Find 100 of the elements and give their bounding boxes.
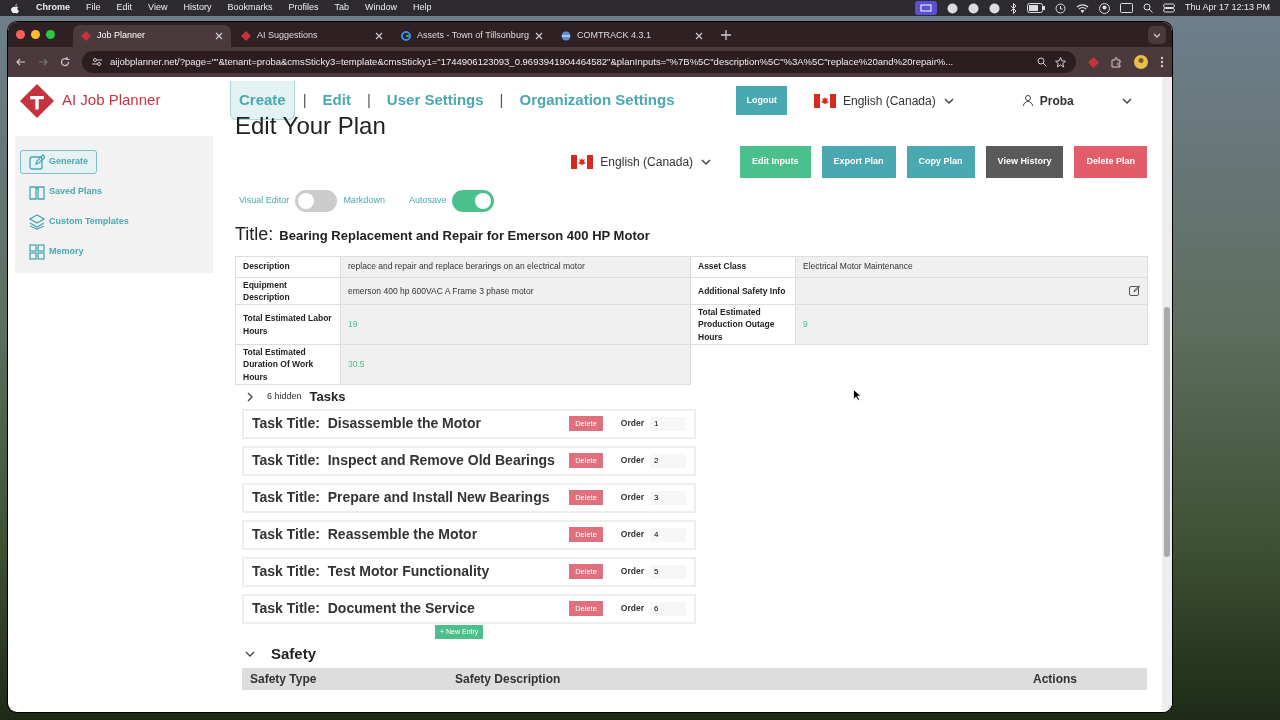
apple-logo-icon[interactable] [10, 2, 20, 14]
status-icon[interactable] [946, 2, 958, 14]
language-dropdown[interactable]: English (Canada) [814, 91, 955, 110]
browser-tab[interactable]: COMTRACK 4.3.1 [553, 25, 711, 47]
layers-icon [29, 214, 45, 230]
order-label: Order [620, 417, 644, 430]
user-menu[interactable]: Proba [1022, 91, 1133, 110]
field-value: 9 [795, 304, 1148, 346]
order-label: Order [620, 454, 644, 467]
display-icon[interactable] [1119, 3, 1133, 13]
menu-item[interactable]: Help [413, 1, 432, 15]
delete-plan-button[interactable]: Delete Plan [1074, 146, 1147, 178]
forward-icon[interactable] [38, 57, 48, 67]
book-icon [29, 184, 45, 200]
hidden-count: 6 hidden [267, 390, 302, 403]
order-field[interactable]: 4 [650, 527, 686, 542]
field-label: Total Estimated Duration Of Work Hours [235, 344, 341, 385]
close-icon[interactable] [535, 32, 543, 40]
nav-separator: | [365, 90, 372, 111]
task-title: Task Title: Prepare and Install New Bearings [252, 488, 550, 507]
order-field[interactable]: 1 [650, 416, 686, 431]
toggle-label: Autosave [408, 193, 447, 207]
order-field[interactable]: 5 [650, 564, 686, 579]
task-title: Task Title: Document the Service [252, 599, 475, 618]
site-info-icon[interactable] [92, 57, 102, 67]
tab-search-icon[interactable] [1148, 25, 1166, 44]
mouse-cursor-icon [853, 389, 861, 401]
bluetooth-icon[interactable] [1009, 2, 1017, 14]
globe-icon [561, 31, 571, 41]
menu-item[interactable]: Edit [116, 1, 133, 15]
task-title: Task Title: Inspect and Remove Old Bearings [252, 451, 555, 470]
bookmark-star-icon[interactable] [1055, 56, 1066, 68]
title-label: Title: [235, 222, 274, 246]
browser-tab[interactable]: AI Suggestions [233, 25, 391, 47]
reload-icon[interactable] [60, 57, 70, 67]
order-label: Order [620, 491, 644, 504]
field-value: Electrical Motor Maintenance [795, 255, 1148, 278]
zoom-icon[interactable] [1037, 57, 1047, 67]
menu-item[interactable]: File [86, 1, 101, 15]
chevron-right-icon[interactable] [245, 391, 255, 402]
wifi-icon[interactable] [1075, 3, 1089, 13]
menu-item[interactable]: Profiles [288, 1, 319, 15]
app-menu[interactable]: Chrome [36, 1, 70, 15]
order-field[interactable]: 2 [650, 453, 686, 468]
google-g-icon [401, 31, 411, 41]
screen-share-icon[interactable] [914, 1, 937, 15]
order-label: Order [620, 565, 644, 578]
toggle-label: Markdown [343, 193, 385, 207]
search-icon[interactable] [1142, 3, 1153, 13]
menu-item[interactable]: History [183, 1, 212, 15]
status-icon[interactable] [988, 2, 1000, 14]
puzzle-icon[interactable] [1111, 56, 1122, 68]
history-button[interactable]: View History [985, 146, 1064, 178]
status-icon[interactable] [967, 2, 979, 14]
menu-item[interactable]: Window [364, 1, 397, 15]
more-menu-icon[interactable] [1160, 56, 1164, 68]
order-field[interactable]: 3 [650, 490, 686, 505]
task-title: Task Title: Disassemble the Motor [252, 414, 481, 433]
edit-icon[interactable] [1129, 285, 1140, 297]
close-icon[interactable] [215, 32, 223, 40]
grid-icon [29, 244, 45, 260]
chevron-down-icon [700, 156, 713, 167]
field-label: Description [235, 255, 341, 278]
back-icon[interactable] [16, 57, 26, 67]
clock-icon[interactable] [1054, 2, 1066, 14]
canada-flag-icon [814, 93, 836, 108]
brand-logo-icon [241, 31, 251, 41]
task-title: Task Title: Reassemble the Motor [252, 525, 478, 544]
person-icon [1022, 95, 1033, 106]
chevron-down-icon [942, 95, 955, 106]
user-icon[interactable] [1098, 2, 1110, 14]
control-center-icon[interactable] [1162, 3, 1175, 13]
field-value: 19 [340, 304, 691, 346]
new-tab-icon[interactable] [721, 29, 731, 40]
close-icon[interactable] [695, 32, 703, 40]
order-field[interactable]: 6 [650, 601, 686, 616]
brand-logo-icon [20, 83, 54, 118]
brand-name[interactable]: AI Job Planner [62, 89, 161, 112]
browser-tab[interactable]: Assets - Town of Tillsonburg [393, 25, 551, 47]
language-dropdown[interactable]: English (Canada) [571, 152, 713, 171]
scrollbar[interactable] [1162, 77, 1172, 712]
address-bar[interactable]: aijobplanner.net/?page=""&tenant=proba&cmsSticky3=template&cmsSticky1="1744906123093_0.9693941904464582"&planInputs="%7B%5C"description%5C"%3A%5C"replace%20and%20repair%... [82, 51, 1076, 73]
column-header: Actions [1032, 670, 1078, 688]
toggle-switch[interactable] [452, 189, 495, 212]
task-title: Task Title: Test Motor Functionality [252, 562, 490, 581]
menu-item[interactable]: Tab [334, 1, 349, 15]
browser-tab[interactable]: Job Planner [73, 25, 231, 47]
toggle-switch[interactable] [295, 189, 338, 212]
menubar-clock: Thu Apr 17 12:13 PM [1184, 1, 1270, 15]
section-title: Tasks [309, 388, 346, 406]
close-icon[interactable] [375, 32, 383, 40]
battery-icon[interactable] [1026, 3, 1045, 13]
section-title: Safety [271, 644, 317, 664]
column-header: Safety Type [249, 670, 318, 688]
menu-item[interactable]: Bookmarks [227, 1, 273, 15]
order-label: Order [620, 528, 644, 541]
avatar-icon[interactable] [1134, 55, 1148, 69]
column-header: Safety Description [454, 670, 562, 688]
menu-item[interactable]: View [148, 1, 168, 15]
plan-title: Bearing Replacement and Repair for Emerson 400 HP Motor [279, 226, 650, 245]
